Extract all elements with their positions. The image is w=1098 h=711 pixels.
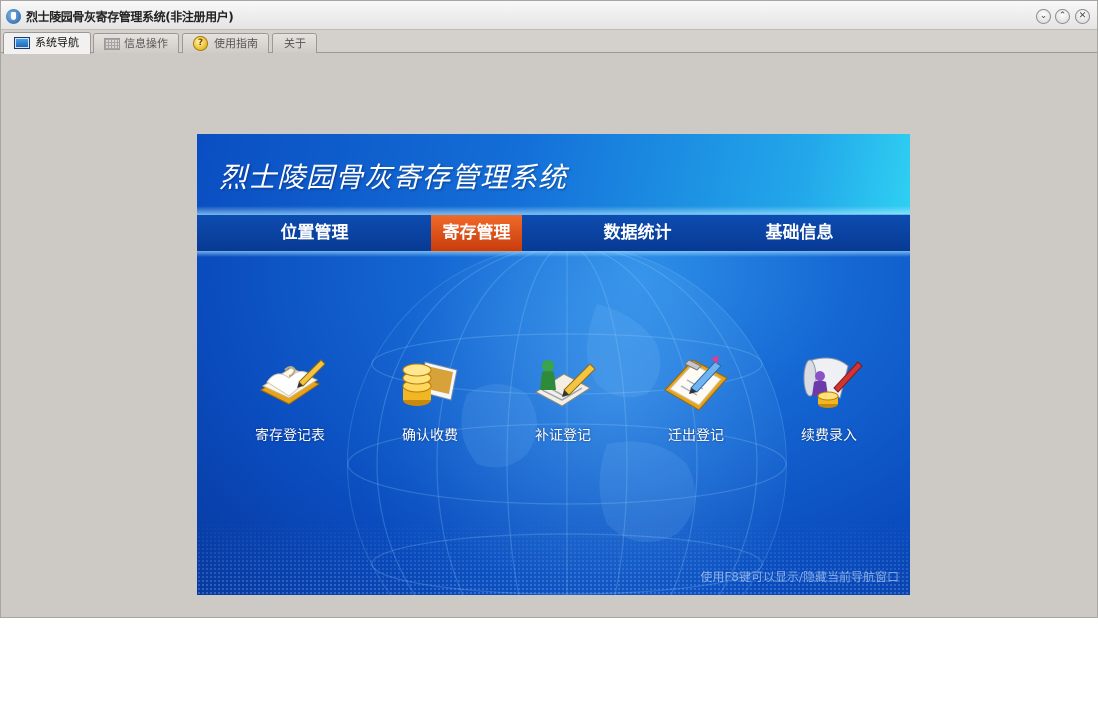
tab-user-guide[interactable]: ? 使用指南 bbox=[182, 33, 269, 53]
navigation-panel: 烈士陵园骨灰寄存管理系统 位置管理 寄存管理 数据统计 基础信息 寄存登记表 确… bbox=[197, 134, 910, 595]
tab-system-navigation[interactable]: 系统导航 bbox=[3, 32, 91, 54]
tab-label: 信息操作 bbox=[124, 37, 168, 50]
menu-basic-info[interactable]: 基础信息 bbox=[752, 215, 847, 252]
feature-label: 补证登记 bbox=[535, 428, 591, 444]
help-icon: ? bbox=[193, 36, 208, 51]
menu-location-management[interactable]: 位置管理 bbox=[267, 215, 362, 252]
panel-header: 烈士陵园骨灰寄存管理系统 bbox=[197, 134, 910, 214]
menu-data-statistics[interactable]: 数据统计 bbox=[590, 215, 685, 252]
panel-title: 烈士陵园骨灰寄存管理系统 bbox=[219, 161, 568, 194]
grid-icon bbox=[104, 38, 120, 50]
tab-label: 关于 bbox=[284, 37, 306, 50]
feature-move-out-register[interactable]: 迁出登记 bbox=[646, 352, 746, 447]
app-logo-icon bbox=[6, 9, 21, 24]
feature-certificate-reissue[interactable]: 补证登记 bbox=[513, 352, 613, 447]
minimize-button[interactable]: ⌄ bbox=[1036, 9, 1051, 24]
feature-renewal-entry[interactable]: 续费录入 bbox=[779, 352, 879, 447]
feature-label: 寄存登记表 bbox=[255, 428, 325, 444]
f8-hint-text: 使用F8键可以显示/隐藏当前导航窗口 bbox=[700, 570, 899, 584]
feature-confirm-payment[interactable]: 确认收费 bbox=[380, 352, 480, 447]
menu-storage-management[interactable]: 寄存管理 bbox=[431, 215, 522, 252]
scroll-money-icon bbox=[803, 357, 863, 408]
feature-storage-register[interactable]: 寄存登记表 bbox=[240, 352, 340, 447]
feature-label: 迁出登记 bbox=[668, 428, 724, 444]
feature-label: 确认收费 bbox=[402, 428, 458, 444]
coins-icon bbox=[402, 361, 458, 406]
register-book-icon bbox=[259, 359, 325, 405]
tab-label: 使用指南 bbox=[214, 37, 258, 50]
certificate-icon bbox=[535, 360, 596, 407]
feature-label: 续费录入 bbox=[801, 428, 857, 444]
title-bar[interactable]: 烈士陵园骨灰寄存管理系统(非注册用户) ⌄ ⌃ ✕ bbox=[1, 1, 1097, 30]
tab-about[interactable]: 关于 bbox=[272, 33, 317, 53]
panel-menu-bar: 位置管理 寄存管理 数据统计 基础信息 bbox=[197, 214, 910, 252]
menu-glow bbox=[197, 251, 910, 257]
tab-bar: 系统导航 信息操作 ? 使用指南 关于 bbox=[1, 30, 1097, 54]
close-button[interactable]: ✕ bbox=[1075, 9, 1090, 24]
maximize-button[interactable]: ⌃ bbox=[1055, 9, 1070, 24]
window-title: 烈士陵园骨灰寄存管理系统(非注册用户) bbox=[26, 10, 234, 24]
tab-info-operation[interactable]: 信息操作 bbox=[93, 33, 179, 53]
monitor-icon bbox=[14, 37, 30, 49]
clipboard-icon bbox=[664, 356, 728, 411]
tab-label: 系统导航 bbox=[35, 36, 79, 49]
